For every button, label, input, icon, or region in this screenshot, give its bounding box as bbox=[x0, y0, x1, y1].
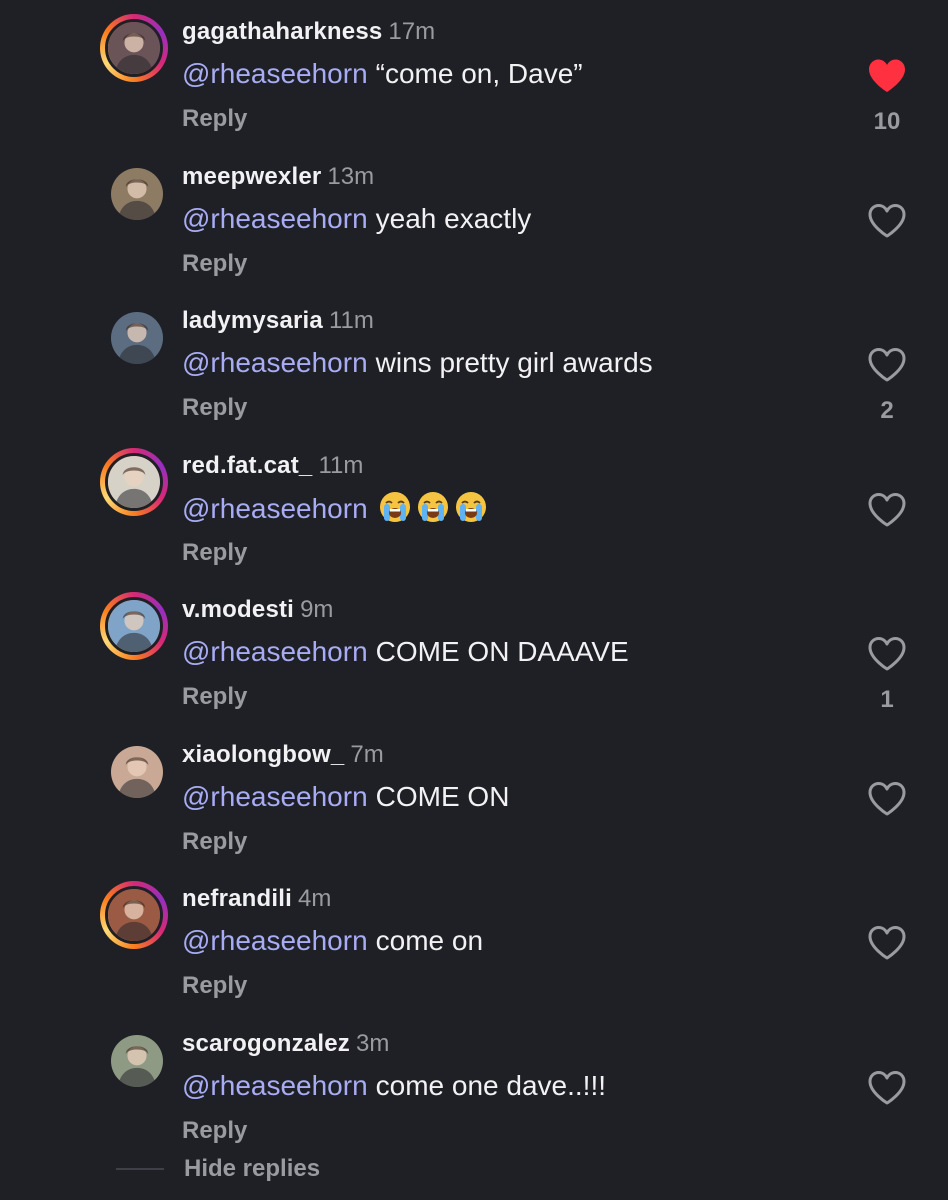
avatar[interactable] bbox=[100, 14, 168, 82]
comment-header: meepwexler 13m bbox=[182, 162, 374, 192]
avatar[interactable] bbox=[100, 303, 168, 371]
comment-timestamp: 11m bbox=[318, 452, 364, 479]
comment-header: gagathaharkness 17m bbox=[182, 17, 435, 47]
mention-link[interactable]: @rheaseehorn bbox=[182, 347, 368, 378]
comment-text: @rheaseehorn wins pretty girl awards bbox=[182, 345, 653, 381]
comment-text: @rheaseehorn bbox=[182, 490, 488, 527]
comment-timestamp: 7m bbox=[350, 741, 384, 768]
reply-button[interactable]: Reply bbox=[182, 104, 247, 134]
comment-username[interactable]: meepwexler bbox=[182, 163, 321, 190]
heart-icon[interactable] bbox=[866, 1069, 908, 1107]
avatar[interactable] bbox=[100, 159, 168, 227]
heart-icon[interactable] bbox=[866, 924, 908, 962]
comment-username[interactable]: xiaolongbow_ bbox=[182, 741, 344, 768]
like-count: 2 bbox=[880, 397, 894, 424]
loudly-crying-face-icon bbox=[417, 492, 448, 522]
heart-icon[interactable] bbox=[866, 346, 908, 384]
avatar-image bbox=[111, 312, 163, 364]
avatar-image bbox=[111, 746, 163, 798]
reply-button[interactable]: Reply bbox=[182, 971, 247, 1001]
reply-button[interactable]: Reply bbox=[182, 682, 247, 712]
comment-header: scarogonzalez 3m bbox=[182, 1029, 389, 1059]
avatar[interactable] bbox=[100, 448, 168, 516]
comment-timestamp: 11m bbox=[328, 307, 374, 334]
mention-link[interactable]: @rheaseehorn bbox=[182, 203, 368, 234]
heart-icon[interactable] bbox=[866, 491, 908, 529]
avatar[interactable] bbox=[100, 737, 168, 805]
mention-link[interactable]: @rheaseehorn bbox=[182, 493, 368, 524]
avatar[interactable] bbox=[100, 1026, 168, 1094]
comment-item: red.fat.cat_ 11m @rheaseehorn Reply bbox=[0, 434, 948, 578]
comment-message: come one dave..!!! bbox=[375, 1070, 607, 1101]
comment-header: v.modesti 9m bbox=[182, 595, 333, 625]
comment-timestamp: 9m bbox=[300, 596, 334, 623]
mention-link[interactable]: @rheaseehorn bbox=[182, 781, 368, 812]
comment-username[interactable]: nefrandili bbox=[182, 885, 292, 912]
comment-header: nefrandili 4m bbox=[182, 884, 331, 914]
comment-message: come on bbox=[375, 925, 484, 956]
comment-timestamp: 4m bbox=[298, 885, 332, 912]
avatar-image bbox=[105, 453, 163, 511]
heart-icon[interactable] bbox=[866, 780, 908, 818]
avatar-image bbox=[105, 597, 163, 655]
comment-text: @rheaseehorn COME ON bbox=[182, 779, 509, 815]
comment-item: nefrandili 4m @rheaseehorn come on Reply bbox=[0, 867, 948, 1011]
comment-header: red.fat.cat_ 11m bbox=[182, 451, 363, 481]
reply-button[interactable]: Reply bbox=[182, 538, 247, 568]
mention-link[interactable]: @rheaseehorn bbox=[182, 58, 368, 89]
comment-text: @rheaseehorn yeah exactly bbox=[182, 201, 531, 237]
comment-message: yeah exactly bbox=[375, 203, 532, 234]
comment-username[interactable]: scarogonzalez bbox=[182, 1030, 350, 1057]
avatar-image bbox=[111, 168, 163, 220]
comment-item: v.modesti 9m @rheaseehorn COME ON DAAAVE Rep… bbox=[0, 578, 948, 722]
avatar-image bbox=[111, 1035, 163, 1087]
comment-item: gagathaharkness 17m @rheaseehorn “come on, … bbox=[0, 0, 948, 144]
comment-text: @rheaseehorn “come on, Dave” bbox=[182, 56, 583, 92]
emoji-group bbox=[374, 492, 488, 524]
comment-text: @rheaseehorn come on bbox=[182, 923, 483, 959]
comment-timestamp: 3m bbox=[356, 1030, 390, 1057]
comment-header: ladymysaria 11m bbox=[182, 306, 374, 336]
loudly-crying-face-icon bbox=[379, 492, 410, 522]
comment-item: ladymysaria 11m @rheaseehorn wins pretty gi… bbox=[0, 289, 948, 433]
loudly-crying-face-icon bbox=[455, 492, 486, 522]
avatar-image bbox=[105, 886, 163, 944]
hide-replies-button[interactable]: Hide replies bbox=[184, 1154, 320, 1184]
comment-message: COME ON DAAAVE bbox=[375, 636, 629, 667]
heart-icon[interactable] bbox=[866, 202, 908, 240]
mention-link[interactable]: @rheaseehorn bbox=[182, 925, 368, 956]
reply-button[interactable]: Reply bbox=[182, 827, 247, 857]
avatar[interactable] bbox=[100, 881, 168, 949]
comment-username[interactable]: v.modesti bbox=[182, 596, 294, 623]
like-count: 1 bbox=[880, 686, 894, 713]
mention-link[interactable]: @rheaseehorn bbox=[182, 1070, 368, 1101]
comment-timestamp: 13m bbox=[327, 163, 375, 190]
comment-item: xiaolongbow_ 7m @rheaseehorn COME ON Reply bbox=[0, 723, 948, 867]
avatar[interactable] bbox=[100, 592, 168, 660]
comment-message: COME ON bbox=[375, 781, 510, 812]
hide-replies[interactable]: Hide replies bbox=[116, 1152, 376, 1188]
thread-divider-line bbox=[116, 1168, 164, 1170]
heart-icon[interactable] bbox=[866, 635, 908, 673]
comment-username[interactable]: gagathaharkness bbox=[182, 18, 382, 45]
reply-button[interactable]: Reply bbox=[182, 1116, 247, 1146]
avatar-image bbox=[105, 19, 163, 77]
comment-header: xiaolongbow_ 7m bbox=[182, 740, 384, 770]
like-count: 10 bbox=[873, 108, 901, 135]
comment-message: “come on, Dave” bbox=[375, 58, 583, 89]
comment-item: meepwexler 13m @rheaseehorn yeah exactly Rep… bbox=[0, 145, 948, 289]
comment-item: scarogonzalez 3m @rheaseehorn come one dave… bbox=[0, 1012, 948, 1156]
comment-text: @rheaseehorn COME ON DAAAVE bbox=[182, 634, 629, 670]
comment-message: wins pretty girl awards bbox=[375, 347, 653, 378]
mention-link[interactable]: @rheaseehorn bbox=[182, 636, 368, 667]
comment-username[interactable]: ladymysaria bbox=[182, 307, 323, 334]
reply-button[interactable]: Reply bbox=[182, 249, 247, 279]
heart-filled-icon[interactable] bbox=[866, 57, 908, 95]
reply-button[interactable]: Reply bbox=[182, 393, 247, 423]
comment-text: @rheaseehorn come one dave..!!! bbox=[182, 1068, 606, 1104]
comment-timestamp: 17m bbox=[388, 18, 436, 45]
comment-username[interactable]: red.fat.cat_ bbox=[182, 452, 312, 479]
